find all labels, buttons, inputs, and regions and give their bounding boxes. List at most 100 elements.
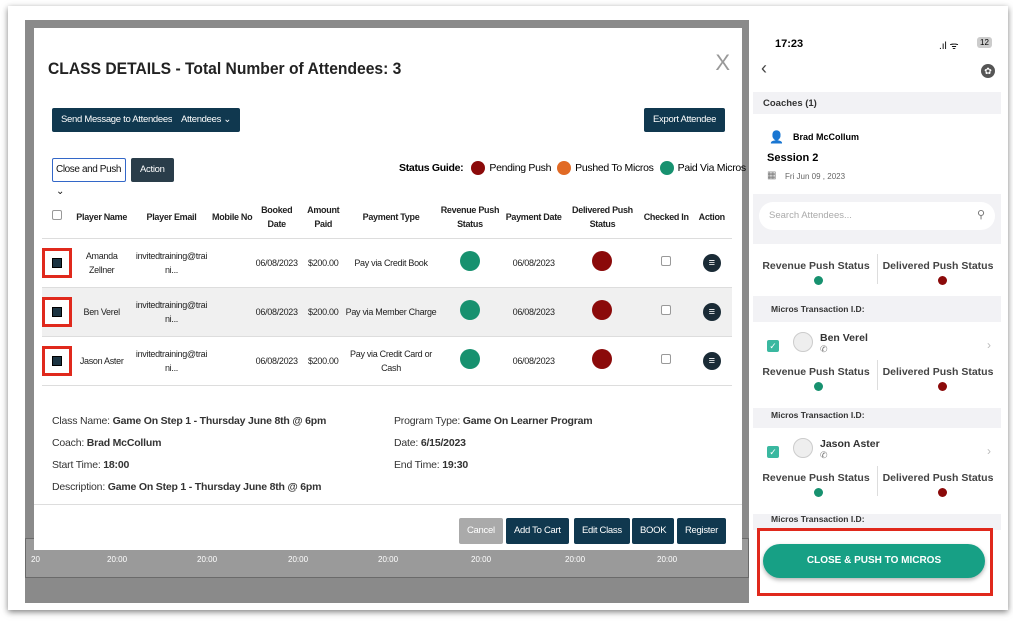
micros-label: Micros Transaction I.D: bbox=[771, 514, 865, 524]
col-player-email: Player Email bbox=[131, 196, 212, 239]
col-amount: Amount Paid bbox=[300, 196, 346, 239]
micros-label: Micros Transaction I.D: bbox=[771, 304, 865, 314]
attendee-checkbox[interactable]: ✓ bbox=[767, 340, 779, 352]
paid-dot-icon bbox=[659, 161, 674, 175]
calendar-icon: ▦ bbox=[767, 170, 777, 181]
delivered-status-label: Delivered Push Status bbox=[882, 366, 994, 378]
search-input[interactable]: Search Attendees... ⚲ bbox=[759, 202, 995, 230]
row-action-menu-icon[interactable]: ≡ bbox=[702, 351, 721, 370]
action-button[interactable]: Action bbox=[131, 158, 174, 182]
export-attendee-button[interactable]: Export Attendee bbox=[644, 108, 726, 132]
row-action-menu-icon[interactable]: ≡ bbox=[702, 302, 721, 321]
revenue-dot-icon bbox=[814, 276, 823, 285]
modal-title: CLASS DETAILS - Total Number of Attendee… bbox=[48, 59, 402, 78]
close-push-micros-button[interactable]: CLOSE & PUSH TO MICROS bbox=[763, 544, 985, 578]
revenue-status-label: Revenue Push Status bbox=[762, 366, 870, 378]
delivered-dot-icon bbox=[938, 276, 947, 285]
cancel-button[interactable]: Cancel bbox=[459, 518, 503, 544]
pushed-label: Pushed To Micros bbox=[575, 162, 654, 174]
row-action-menu-icon[interactable]: ≡ bbox=[702, 253, 721, 272]
screenshot-frame: 20 20:00 20:00 20:00 20:00 20:00 20:00 2… bbox=[8, 6, 1008, 610]
bg-time: 20:00 bbox=[197, 555, 218, 564]
status-guide-label: Status Guide: bbox=[399, 162, 464, 174]
end-time-value: 19:30 bbox=[442, 459, 469, 471]
col-action: Action bbox=[691, 196, 732, 239]
description-label: Description: bbox=[52, 481, 106, 493]
signal-wifi-icon: .ıl ᯤ bbox=[939, 41, 959, 52]
row-checkbox[interactable] bbox=[42, 247, 73, 278]
status-bar: 17:23 .ıl ᯤ 12 ‹ ✿ bbox=[753, 20, 1001, 92]
coach-label: Coach: bbox=[52, 437, 85, 449]
coach-avatar: 👤 bbox=[769, 130, 784, 144]
class-info-right: Program Type: Game On Learner Program Da… bbox=[394, 410, 593, 476]
program-type-value: Game On Learner Program bbox=[462, 415, 593, 427]
booked-date: 06/08/2023 bbox=[252, 238, 301, 288]
avatar bbox=[793, 438, 813, 458]
attendee-name: Ben Verel bbox=[820, 332, 868, 344]
attendee-card[interactable]: ✓ Jason Aster ✆ › Revenue Push Status De… bbox=[753, 428, 1001, 514]
col-delivered-status: Delivered Push Status bbox=[564, 196, 641, 239]
book-button[interactable]: BOOK bbox=[632, 518, 675, 544]
player-email: invitedtraining@trai ni... bbox=[131, 287, 212, 337]
select-all-checkbox[interactable] bbox=[52, 209, 63, 220]
avatar bbox=[793, 332, 813, 352]
row-checkbox[interactable] bbox=[42, 296, 73, 327]
payment-type: Pay via Credit Book bbox=[345, 238, 437, 288]
bg-time: 20:00 bbox=[107, 555, 128, 564]
payment-date: 06/08/2023 bbox=[503, 336, 565, 386]
delivered-dot-icon bbox=[938, 382, 947, 391]
start-time-label: Start Time: bbox=[52, 459, 101, 471]
edit-class-button[interactable]: Edit Class bbox=[574, 518, 630, 544]
bg-time: 20:00 bbox=[565, 555, 586, 564]
micros-label: Micros Transaction I.D: bbox=[771, 410, 865, 420]
search-placeholder: Search Attendees... bbox=[769, 210, 852, 221]
status-guide: Status Guide: Pending Push Pushed To Mic… bbox=[399, 161, 746, 175]
battery-icon: 12 bbox=[977, 37, 992, 48]
chevron-right-icon[interactable]: › bbox=[987, 338, 991, 352]
settings-icon[interactable]: ✿ bbox=[981, 64, 995, 78]
start-time-value: 18:00 bbox=[103, 459, 130, 471]
class-details-modal: CLASS DETAILS - Total Number of Attendee… bbox=[34, 28, 746, 550]
player-email: invitedtraining@trai ni... bbox=[131, 336, 212, 386]
col-checked-in: Checked In bbox=[640, 196, 692, 239]
attendee-name: Jason Aster bbox=[820, 438, 880, 450]
mobile-app-screen: 17:23 .ıl ᯤ 12 ‹ ✿ Coaches (1) 👤 Brad Mc… bbox=[753, 20, 1001, 609]
bg-time: 20:00 bbox=[378, 555, 399, 564]
checked-in-checkbox[interactable] bbox=[661, 255, 672, 266]
date-label: Date: bbox=[394, 437, 419, 449]
revenue-status-label: Revenue Push Status bbox=[762, 472, 870, 484]
class-name-label: Class Name: bbox=[52, 415, 110, 427]
back-chevron-icon[interactable]: ‹ bbox=[761, 58, 767, 79]
pending-label: Pending Push bbox=[489, 162, 552, 174]
close-icon[interactable]: X bbox=[715, 50, 730, 76]
table-row: Amanda Zellner invitedtraining@trai ni..… bbox=[42, 238, 732, 288]
attendees-table: Player Name Player Email Mobile No Booke… bbox=[42, 196, 732, 386]
bulk-action-select[interactable]: Close and Push ⌄ bbox=[52, 158, 126, 197]
player-email: invitedtraining@trai ni... bbox=[131, 238, 212, 288]
phone-icon[interactable]: ✆ bbox=[820, 344, 828, 355]
row-checkbox[interactable] bbox=[42, 345, 73, 376]
delivered-status-dot-icon bbox=[592, 299, 613, 320]
send-message-button[interactable]: Send Message to Attendees bbox=[52, 108, 182, 132]
booked-date: 06/08/2023 bbox=[252, 336, 301, 386]
coach-name: Brad McCollum bbox=[793, 132, 860, 142]
bg-time: 20:00 bbox=[471, 555, 492, 564]
program-type-label: Program Type: bbox=[394, 415, 461, 427]
bg-time: 20:00 bbox=[657, 555, 678, 564]
table-header: Player Name Player Email Mobile No Booke… bbox=[42, 196, 732, 239]
revenue-status-label: Revenue Push Status bbox=[762, 260, 870, 272]
register-button[interactable]: Register bbox=[677, 518, 726, 544]
revenue-status-dot-icon bbox=[459, 299, 480, 320]
search-icon: ⚲ bbox=[976, 209, 985, 221]
phone-icon[interactable]: ✆ bbox=[820, 450, 828, 461]
col-mobile: Mobile No bbox=[211, 196, 253, 239]
attendee-card[interactable]: ✓ Ben Verel ✆ › Revenue Push Status Deli… bbox=[753, 322, 1001, 408]
player-name: Ben Verel bbox=[72, 287, 132, 337]
attendee-checkbox[interactable]: ✓ bbox=[767, 446, 779, 458]
checked-in-checkbox[interactable] bbox=[661, 353, 672, 364]
mobile bbox=[211, 336, 253, 386]
chevron-right-icon[interactable]: › bbox=[987, 444, 991, 458]
checked-in-checkbox[interactable] bbox=[661, 304, 672, 315]
attendees-dropdown[interactable]: Attendees ⌄ bbox=[172, 108, 241, 132]
add-to-cart-button[interactable]: Add To Cart bbox=[506, 518, 569, 544]
